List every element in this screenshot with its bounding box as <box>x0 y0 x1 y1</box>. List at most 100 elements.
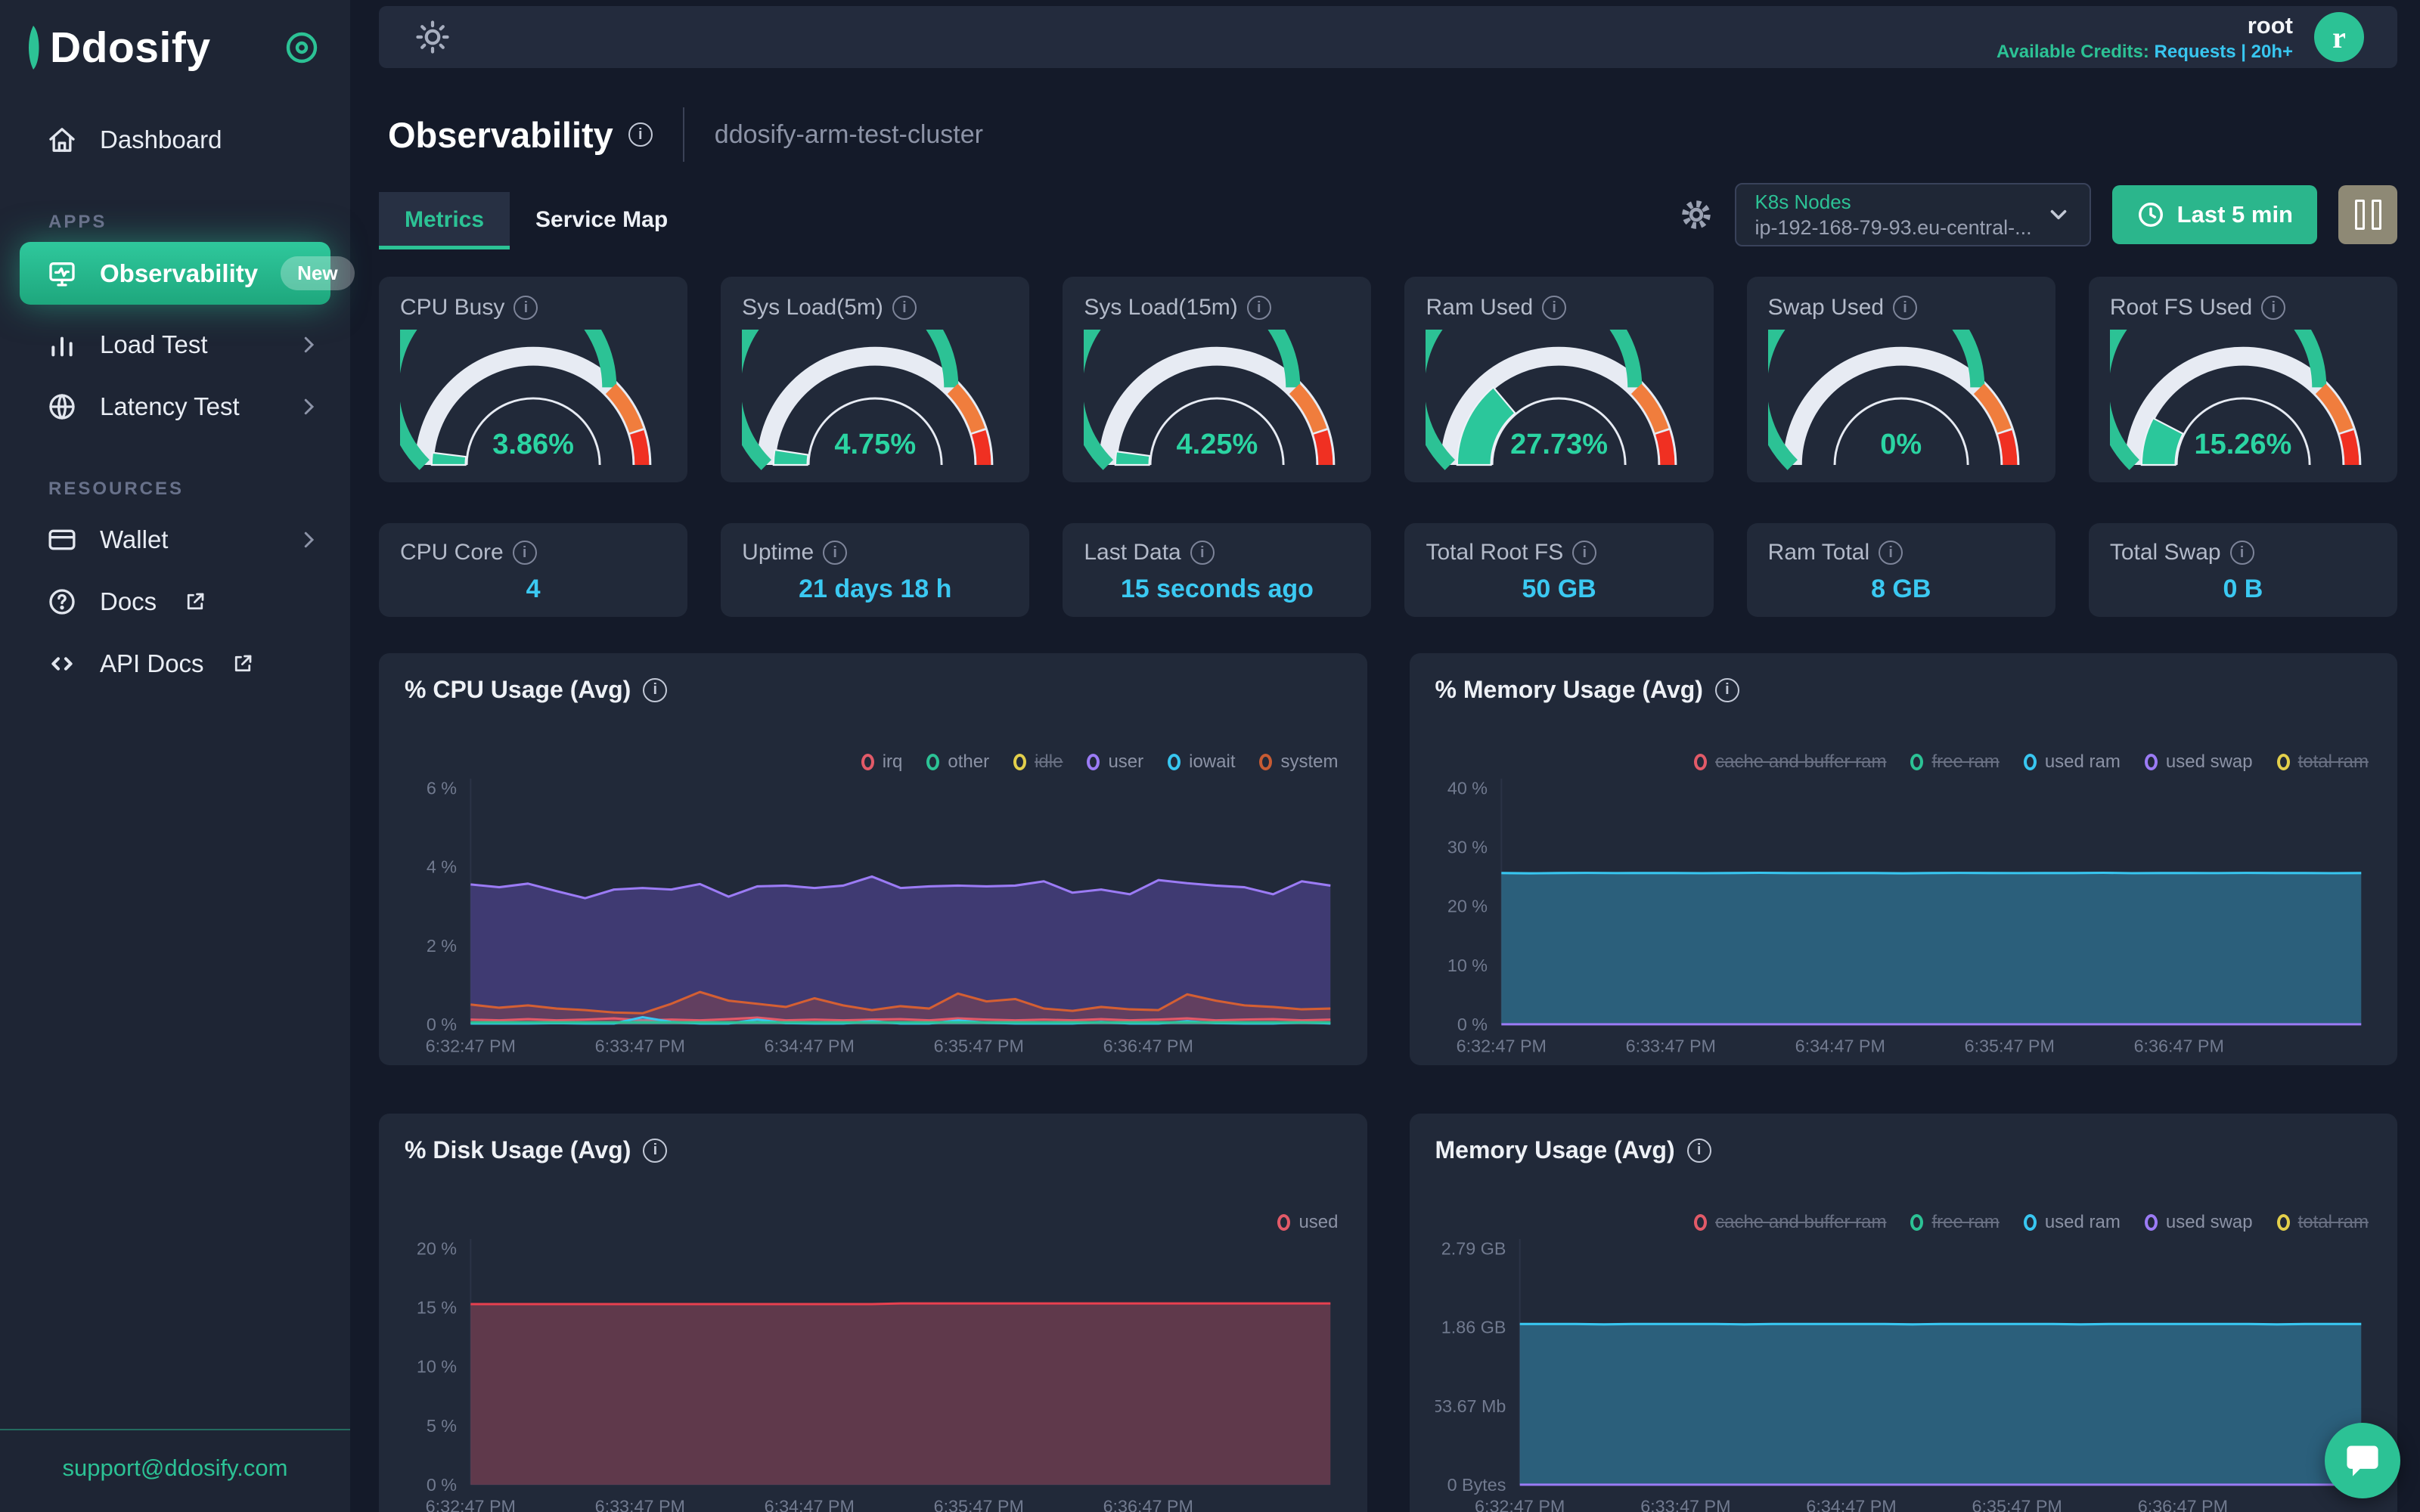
home-icon <box>49 128 75 152</box>
sidebar-item-api-docs[interactable]: API Docs <box>0 633 350 695</box>
node-selected-value: ip-192-168-79-93.eu-central-... <box>1754 215 2032 239</box>
gauge-value: 27.73% <box>1510 429 1609 460</box>
tab-metrics[interactable]: Metrics <box>379 192 510 249</box>
svg-text:6:36:47 PM: 6:36:47 PM <box>1103 1036 1193 1055</box>
gauge-label: Sys Load(15m) <box>1084 295 1238 320</box>
new-badge: New <box>281 256 355 290</box>
gear-icon[interactable] <box>1679 197 1714 232</box>
area-chart[interactable]: 0 % 10 % 20 % 30 % 40 % 6:32:47 PM 6:33:47 PM 6… <box>1435 727 2372 1057</box>
gauge-label: Ram Used <box>1426 295 1534 320</box>
chevron-right-icon <box>304 398 315 415</box>
area-chart[interactable]: 0 % 2 % 4 % 6 % 6:32:47 PM 6:33:47 PM 6:34:47 … <box>405 727 1342 1057</box>
title-info-icon[interactable] <box>628 122 653 147</box>
legend-item-used-ram[interactable]: used ram <box>2023 751 2121 773</box>
info-icon[interactable] <box>1190 541 1215 565</box>
legend-ring-icon <box>1694 754 1708 770</box>
support-email-link[interactable]: support@ddosify.com <box>63 1455 288 1481</box>
clock-icon <box>2138 203 2163 227</box>
info-icon[interactable] <box>1714 677 1739 702</box>
legend-item-used[interactable]: used <box>1277 1212 1339 1233</box>
legend-ring-icon <box>1694 1214 1708 1231</box>
toolbar-controls: K8s Nodes ip-192-168-79-93.eu-central-..… <box>1679 183 2397 249</box>
sidebar-item-latency-test[interactable]: Latency Test <box>0 376 350 438</box>
svg-text:6 %: 6 % <box>427 778 457 798</box>
legend-item-total-ram[interactable]: total ram <box>2276 751 2369 773</box>
info-icon[interactable] <box>643 677 668 702</box>
info-icon[interactable] <box>512 541 537 565</box>
time-range-button[interactable]: Last 5 min <box>2111 185 2317 244</box>
info-icon[interactable] <box>1542 296 1567 320</box>
info-icon[interactable] <box>513 296 538 320</box>
legend-item-total-ram[interactable]: total ram <box>2276 1212 2369 1233</box>
legend-item-user[interactable]: user <box>1087 751 1143 773</box>
stat-label: Total Swap <box>2109 540 2221 565</box>
info-icon[interactable] <box>2229 541 2254 565</box>
sidebar-item-label: Dashboard <box>100 125 222 153</box>
topbar: root Available Credits: Requests | 20h+ … <box>379 6 2397 68</box>
info-icon[interactable] <box>1572 541 1597 565</box>
legend-item-cache-and-buffer-ram[interactable]: cache and buffer ram <box>1694 751 1886 773</box>
chart-title: % CPU Usage (Avg) <box>405 676 631 703</box>
legend-ring-icon <box>926 754 940 770</box>
area-chart[interactable]: 0 Bytes 953.67 Mb 1.86 GB 2.79 GB 6:32:47 PM… <box>1435 1187 2372 1512</box>
legend-item-used-ram[interactable]: used ram <box>2023 1212 2121 1233</box>
logo-crescent-icon <box>29 26 39 70</box>
gauge-card-sys-load-5m: Sys Load(5m) 4.75% <box>721 277 1030 482</box>
svg-text:20 %: 20 % <box>1447 897 1487 916</box>
legend-ring-icon <box>1910 754 1924 770</box>
chart-title: % Disk Usage (Avg) <box>405 1136 631 1163</box>
chat-widget-button[interactable] <box>2325 1423 2400 1498</box>
legend-item-used-swap[interactable]: used swap <box>2144 751 2253 773</box>
pause-button[interactable] <box>2338 185 2397 244</box>
sidebar-item-wallet[interactable]: Wallet <box>0 509 350 571</box>
legend-item-irq[interactable]: irq <box>861 751 902 773</box>
legend-ring-icon <box>2023 754 2037 770</box>
info-icon[interactable] <box>1246 296 1271 320</box>
gauge-grid: CPU Busy 3.86% Sys Load(5m) 4.75% Sys Lo… <box>379 277 2397 482</box>
avatar[interactable]: r <box>2314 12 2364 62</box>
sidebar-item-docs[interactable]: Docs <box>0 571 350 633</box>
sidebar-item-label: Load Test <box>100 330 208 358</box>
stat-card-last-data: Last Data 15 seconds ago <box>1063 523 1372 617</box>
node-select-dropdown[interactable]: K8s Nodes ip-192-168-79-93.eu-central-..… <box>1735 183 2091 246</box>
info-icon[interactable] <box>1879 541 1903 565</box>
legend-item-system[interactable]: system <box>1259 751 1339 773</box>
chart-grid: % CPU Usage (Avg) irq other idle user iowait… <box>379 653 2397 1512</box>
gauge-value: 0% <box>1880 429 1922 460</box>
legend-item-iowait[interactable]: iowait <box>1168 751 1235 773</box>
info-icon[interactable] <box>1893 296 1918 320</box>
main-content: root Available Credits: Requests | 20h+ … <box>350 0 2420 1512</box>
stat-value: 21 days 18 h <box>799 575 952 603</box>
info-icon[interactable] <box>1686 1138 1711 1163</box>
svg-text:2 %: 2 % <box>427 936 457 956</box>
info-icon[interactable] <box>2261 296 2286 320</box>
info-icon[interactable] <box>823 541 848 565</box>
gauge-value: 3.86% <box>492 429 574 460</box>
sidebar-item-dashboard[interactable]: Dashboard <box>0 109 350 171</box>
legend-item-cache-and-buffer-ram[interactable]: cache and buffer ram <box>1694 1212 1886 1233</box>
credits-value[interactable]: Requests | 20h+ <box>2155 42 2293 62</box>
legend-item-idle[interactable]: idle <box>1013 751 1063 773</box>
legend-item-used-swap[interactable]: used swap <box>2144 1212 2253 1233</box>
tab-service-map[interactable]: Service Map <box>510 192 693 249</box>
sidebar-item-observability[interactable]: Observability New <box>20 242 355 305</box>
theme-toggle-icon[interactable] <box>415 20 450 54</box>
gauge-value: 4.25% <box>1176 429 1258 460</box>
sidebar-collapse-icon[interactable] <box>284 29 320 66</box>
legend-item-other[interactable]: other <box>926 751 989 773</box>
svg-text:6:34:47 PM: 6:34:47 PM <box>1806 1496 1896 1512</box>
cluster-name: ddosify-arm-test-cluster <box>714 119 983 149</box>
area-chart[interactable]: 0 % 5 % 10 % 15 % 20 % 6:32:47 PM 6:33:47 PM 6:… <box>405 1187 1342 1512</box>
legend-ring-icon <box>1277 1214 1291 1231</box>
info-icon[interactable] <box>892 296 917 320</box>
info-icon[interactable] <box>643 1138 668 1163</box>
sidebar-item-load-test[interactable]: Load Test <box>0 314 350 376</box>
legend-item-free-ram[interactable]: free ram <box>1910 751 2000 773</box>
legend-item-free-ram[interactable]: free ram <box>1910 1212 2000 1233</box>
svg-text:953.67 Mb: 953.67 Mb <box>1435 1396 1506 1416</box>
ddosify-logo[interactable]: Ddosify <box>26 23 211 73</box>
chart-card-memory-usage-pct: % Memory Usage (Avg) cache and buffer ra… <box>1409 653 2397 1065</box>
stat-card-total-swap: Total Swap 0 B <box>2088 523 2397 617</box>
svg-text:6:35:47 PM: 6:35:47 PM <box>1972 1496 2062 1512</box>
sidebar-footer: support@ddosify.com <box>0 1429 350 1512</box>
